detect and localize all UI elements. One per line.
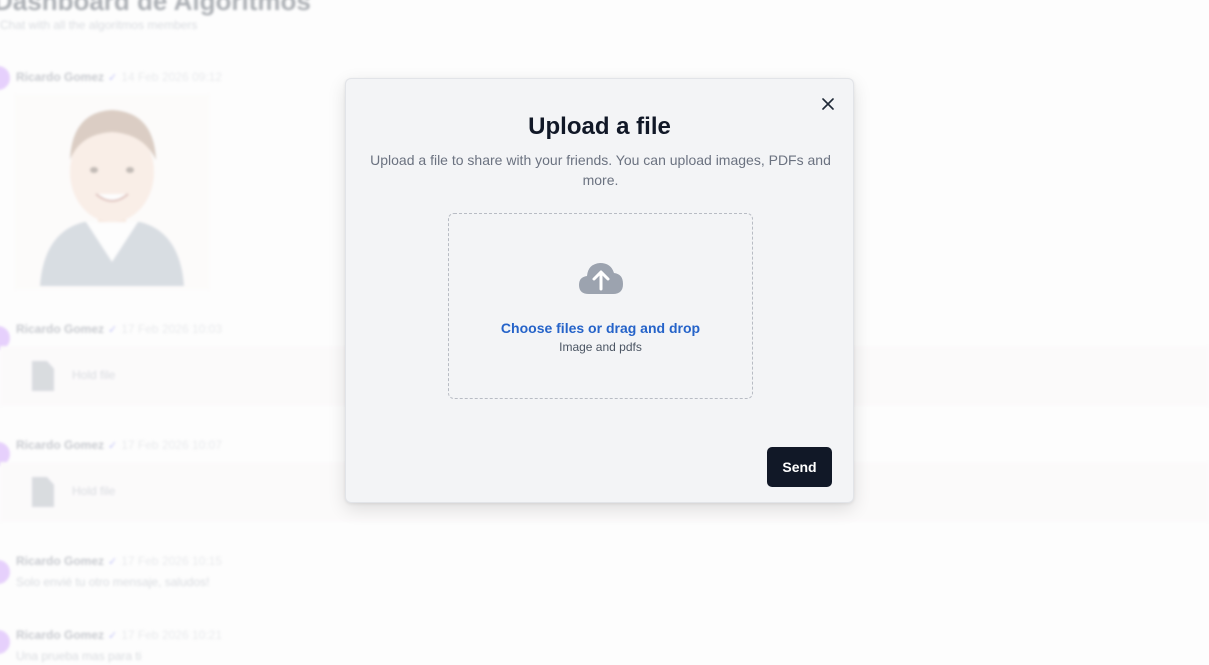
file-dropzone[interactable]: Choose files or drag and drop Image and … [448, 213, 753, 399]
upload-modal: Upload a file Upload a file to share wit… [345, 78, 854, 503]
cloud-upload-icon [579, 263, 623, 294]
modal-title: Upload a file [528, 113, 671, 140]
dropzone-label[interactable]: Choose files or drag and drop [449, 320, 752, 336]
send-button[interactable]: Send [767, 447, 832, 487]
dropzone-hint: Image and pdfs [559, 340, 642, 354]
page: Dashboard de Algoritmos Chat with all th… [0, 0, 1209, 665]
close-icon [822, 98, 834, 110]
modal-description: Upload a file to share with your friends… [370, 152, 831, 188]
close-button[interactable] [817, 93, 839, 115]
